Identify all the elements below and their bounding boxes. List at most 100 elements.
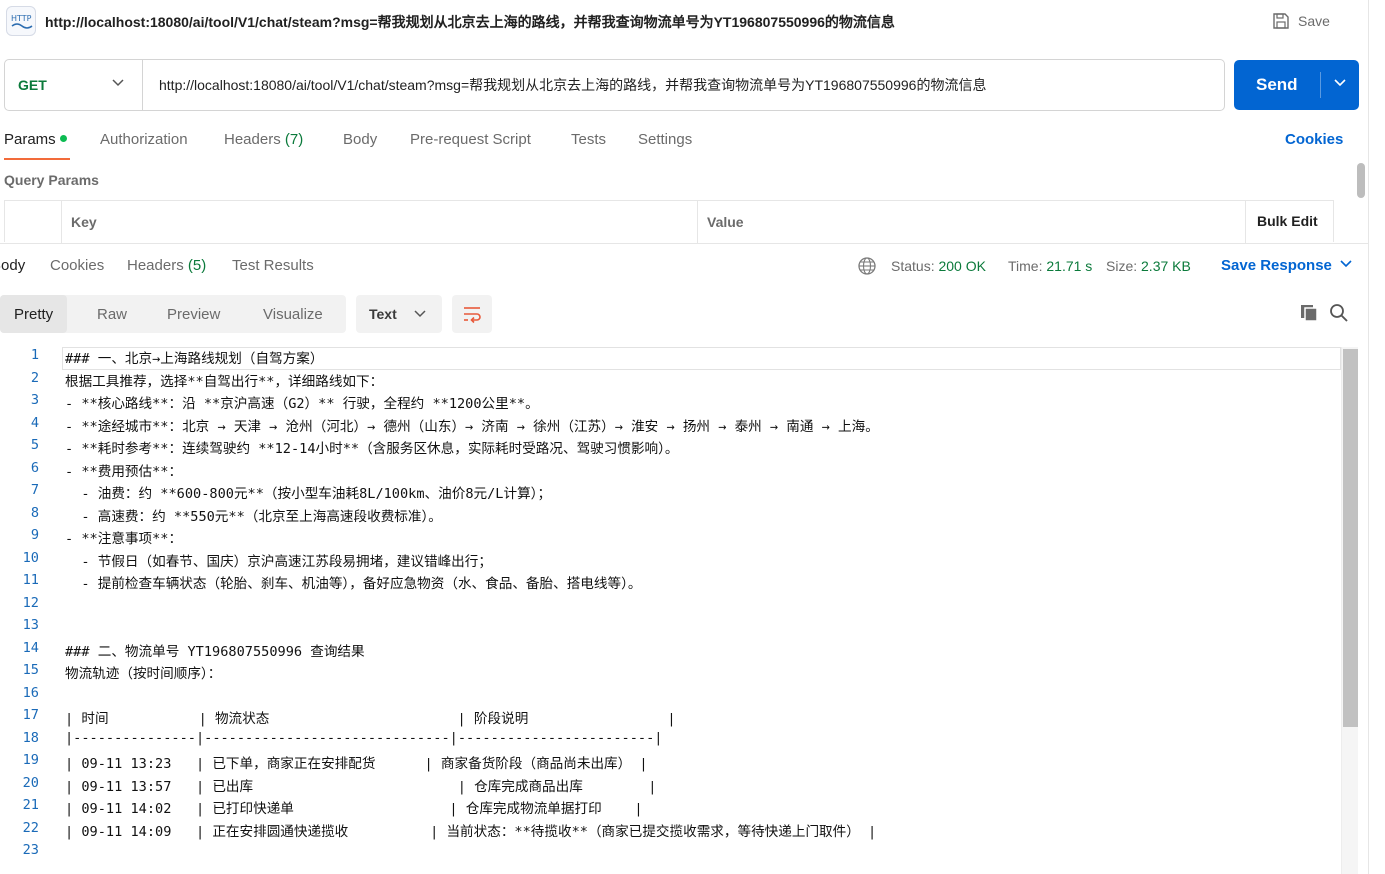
save-response-button[interactable]: Save Response (1221, 257, 1332, 274)
format-select-label: Text (369, 306, 397, 322)
line-text: | 09-11 13:57 | 已出库 | 仓库完成商品出库 | (65, 778, 657, 795)
editor-line[interactable]: 9 - **注意事项**： (0, 527, 1341, 550)
editor-line[interactable]: 1 ### 一、北京→上海路线规划（自驾方案） (0, 347, 1341, 370)
size-value: 2.37 KB (1141, 258, 1191, 274)
editor-line[interactable]: 16 (0, 685, 1341, 708)
view-preview-button[interactable]: Preview (167, 295, 220, 333)
tab-params[interactable]: Params (4, 131, 67, 148)
editor-line[interactable]: 18 |---------------|---------------------… (0, 730, 1341, 753)
editor-line[interactable]: 15 物流轨迹（按时间顺序）： (0, 662, 1341, 685)
wrap-lines-icon (464, 307, 481, 324)
line-text: ### 一、北京→上海路线规划（自驾方案） (65, 351, 324, 367)
editor-line[interactable]: 3 - **核心路线**：沿 **京沪高速（G2）** 行驶，全程约 **1200… (0, 392, 1341, 415)
save-button[interactable]: Save (1272, 8, 1330, 34)
tab-response-headers-count: (5) (187, 257, 207, 274)
line-number: 14 (22, 639, 39, 656)
editor-line[interactable]: 19 | 09-11 13:23 | 已下单，商家正在安排配货 | 商家备货阶段（… (0, 752, 1341, 775)
editor-line[interactable]: 6 - **费用预估**： (0, 460, 1341, 483)
line-number: 8 (30, 504, 39, 521)
editor-line[interactable]: 5 - **耗时参考**：连续驾驶约 **12-14小时**（含服务区休息，实际耗… (0, 437, 1341, 460)
line-number: 2 (30, 369, 39, 386)
request-title-bar: HTTP http://localhost:18080/ai/tool/V1/c… (0, 0, 1368, 44)
line-text: - **途经城市**：北京 → 天津 → 沧州（河北）→ 德州（山东）→ 济南 … (65, 418, 879, 435)
view-pretty-button[interactable]: Pretty (0, 295, 68, 333)
line-number: 9 (30, 527, 39, 543)
tab-prerequest-script[interactable]: Pre-request Script (410, 131, 531, 148)
window-edge (1368, 0, 1369, 874)
send-button[interactable]: Send (1234, 60, 1359, 110)
line-text: - 油费：约 **600-800元**（按小型车油耗8L/100km、油价8元/… (65, 486, 552, 502)
http-request-icon: HTTP (6, 6, 36, 36)
bulk-edit-button[interactable]: Bulk Edit (1257, 213, 1318, 229)
view-raw-button[interactable]: Raw (97, 295, 127, 333)
tab-response-headers[interactable]: Headers (5) (127, 257, 206, 274)
tab-response-body[interactable]: Body (0, 257, 25, 274)
line-number: 19 (22, 752, 39, 768)
line-text: | 09-11 14:09 | 正在安排圆通快递揽收 | 当前状态：**待揽收*… (65, 823, 877, 840)
editor-line[interactable]: 22 | 09-11 14:09 | 正在安排圆通快递揽收 | 当前状态：**待揽… (0, 820, 1341, 843)
send-button-label: Send (1256, 75, 1298, 94)
chevron-down-icon[interactable] (1340, 260, 1352, 268)
globe-icon[interactable] (857, 256, 877, 276)
tab-headers[interactable]: Headers (7) (224, 131, 303, 148)
editor-line[interactable]: 2 根据工具推荐，选择**自驾出行**，详细路线如下： (0, 370, 1341, 393)
key-column-header: Key (71, 214, 97, 230)
line-text: - **耗时参考**：连续驾驶约 **12-14小时**（含服务区休息，实际耗时… (65, 441, 679, 457)
line-text: - 提前检查车辆状态（轮胎、刹车、机油等），备好应急物资（水、食品、备胎、搭电线… (65, 576, 642, 592)
format-select[interactable]: Text (356, 295, 442, 333)
line-text: ### 二、物流单号 YT196807550996 查询结果 (65, 643, 365, 660)
editor-line[interactable]: 13 (0, 617, 1341, 640)
chevron-down-icon[interactable] (1334, 79, 1346, 87)
line-number: 21 (22, 797, 39, 813)
editor-line[interactable]: 11 - 提前检查车辆状态（轮胎、刹车、机油等），备好应急物资（水、食品、备胎、… (0, 572, 1341, 595)
save-icon (1273, 13, 1289, 29)
editor-line[interactable]: 17 | 时间 | 物流状态 | 阶段说明 | (0, 707, 1341, 730)
line-text: - 高速费：约 **550元**（北京至上海高速段收费标准）。 (65, 508, 442, 525)
status-value: 200 OK (938, 258, 986, 274)
tab-tests[interactable]: Tests (571, 131, 606, 148)
line-text: 根据工具推荐，选择**自驾出行**，详细路线如下： (65, 373, 384, 390)
line-number: 5 (30, 437, 39, 453)
editor-line[interactable]: 20 | 09-11 13:57 | 已出库 | 仓库完成商品出库 | (0, 775, 1341, 798)
copy-icon[interactable] (1299, 303, 1319, 323)
tab-settings[interactable]: Settings (638, 131, 692, 148)
editor-line[interactable]: 12 (0, 595, 1341, 618)
tab-headers-label: Headers (224, 131, 281, 148)
response-time[interactable]: Time: 21.71 s (1008, 258, 1092, 274)
response-body-editor[interactable]: 1 ### 一、北京→上海路线规划（自驾方案） 2 根据工具推荐，选择**自驾出行**… (0, 347, 1360, 874)
editor-line[interactable]: 23 (0, 842, 1341, 865)
editor-line[interactable]: 8 - 高速费：约 **550元**（北京至上海高速段收费标准）。 (0, 505, 1341, 528)
line-number: 4 (30, 414, 39, 431)
response-status[interactable]: Status: 200 OK (891, 258, 986, 274)
pane-divider[interactable] (0, 243, 1368, 244)
tab-body[interactable]: Body (343, 131, 377, 148)
request-title[interactable]: http://localhost:18080/ai/tool/V1/chat/s… (45, 12, 895, 32)
line-number: 3 (30, 392, 39, 408)
line-text: | 09-11 13:23 | 已下单，商家正在安排配货 | 商家备货阶段（商品… (65, 756, 648, 772)
editor-line[interactable]: 14 ### 二、物流单号 YT196807550996 查询结果 (0, 640, 1341, 663)
line-text: |---------------|-----------------------… (65, 729, 663, 746)
line-number: 20 (22, 774, 39, 791)
response-size[interactable]: Size: 2.37 KB (1106, 258, 1191, 274)
query-params-table: Key Value Bulk Edit (4, 200, 1334, 243)
url-input[interactable]: http://localhost:18080/ai/tool/V1/chat/s… (159, 75, 986, 95)
editor-line[interactable]: 4 - **途经城市**：北京 → 天津 → 沧州（河北）→ 德州（山东）→ 济南… (0, 415, 1341, 438)
line-number: 7 (30, 482, 39, 498)
line-number: 13 (22, 617, 39, 633)
editor-scrollbar-thumb[interactable] (1343, 349, 1358, 727)
method-select[interactable]: GET (5, 60, 143, 110)
editor-line[interactable]: 7 - 油费：约 **600-800元**（按小型车油耗8L/100km、油价8… (0, 482, 1341, 505)
editor-line[interactable]: 21 | 09-11 14:02 | 已打印快递单 | 仓库完成物流单据打印 | (0, 797, 1341, 820)
time-label: Time: (1008, 258, 1043, 274)
search-icon[interactable] (1329, 303, 1349, 323)
tab-test-results[interactable]: Test Results (232, 257, 314, 274)
cookies-link[interactable]: Cookies (1285, 131, 1343, 148)
method-label: GET (18, 77, 47, 93)
view-visualize-button[interactable]: Visualize (263, 295, 323, 333)
tab-response-cookies[interactable]: Cookies (50, 257, 104, 274)
request-pane-scrollbar[interactable] (1357, 163, 1365, 198)
line-number: 16 (22, 684, 39, 701)
editor-line[interactable]: 10 - 节假日（如春节、国庆）京沪高速江苏段易拥堵，建议错峰出行； (0, 550, 1341, 573)
wrap-lines-button[interactable] (452, 295, 492, 333)
tab-authorization[interactable]: Authorization (100, 131, 188, 148)
